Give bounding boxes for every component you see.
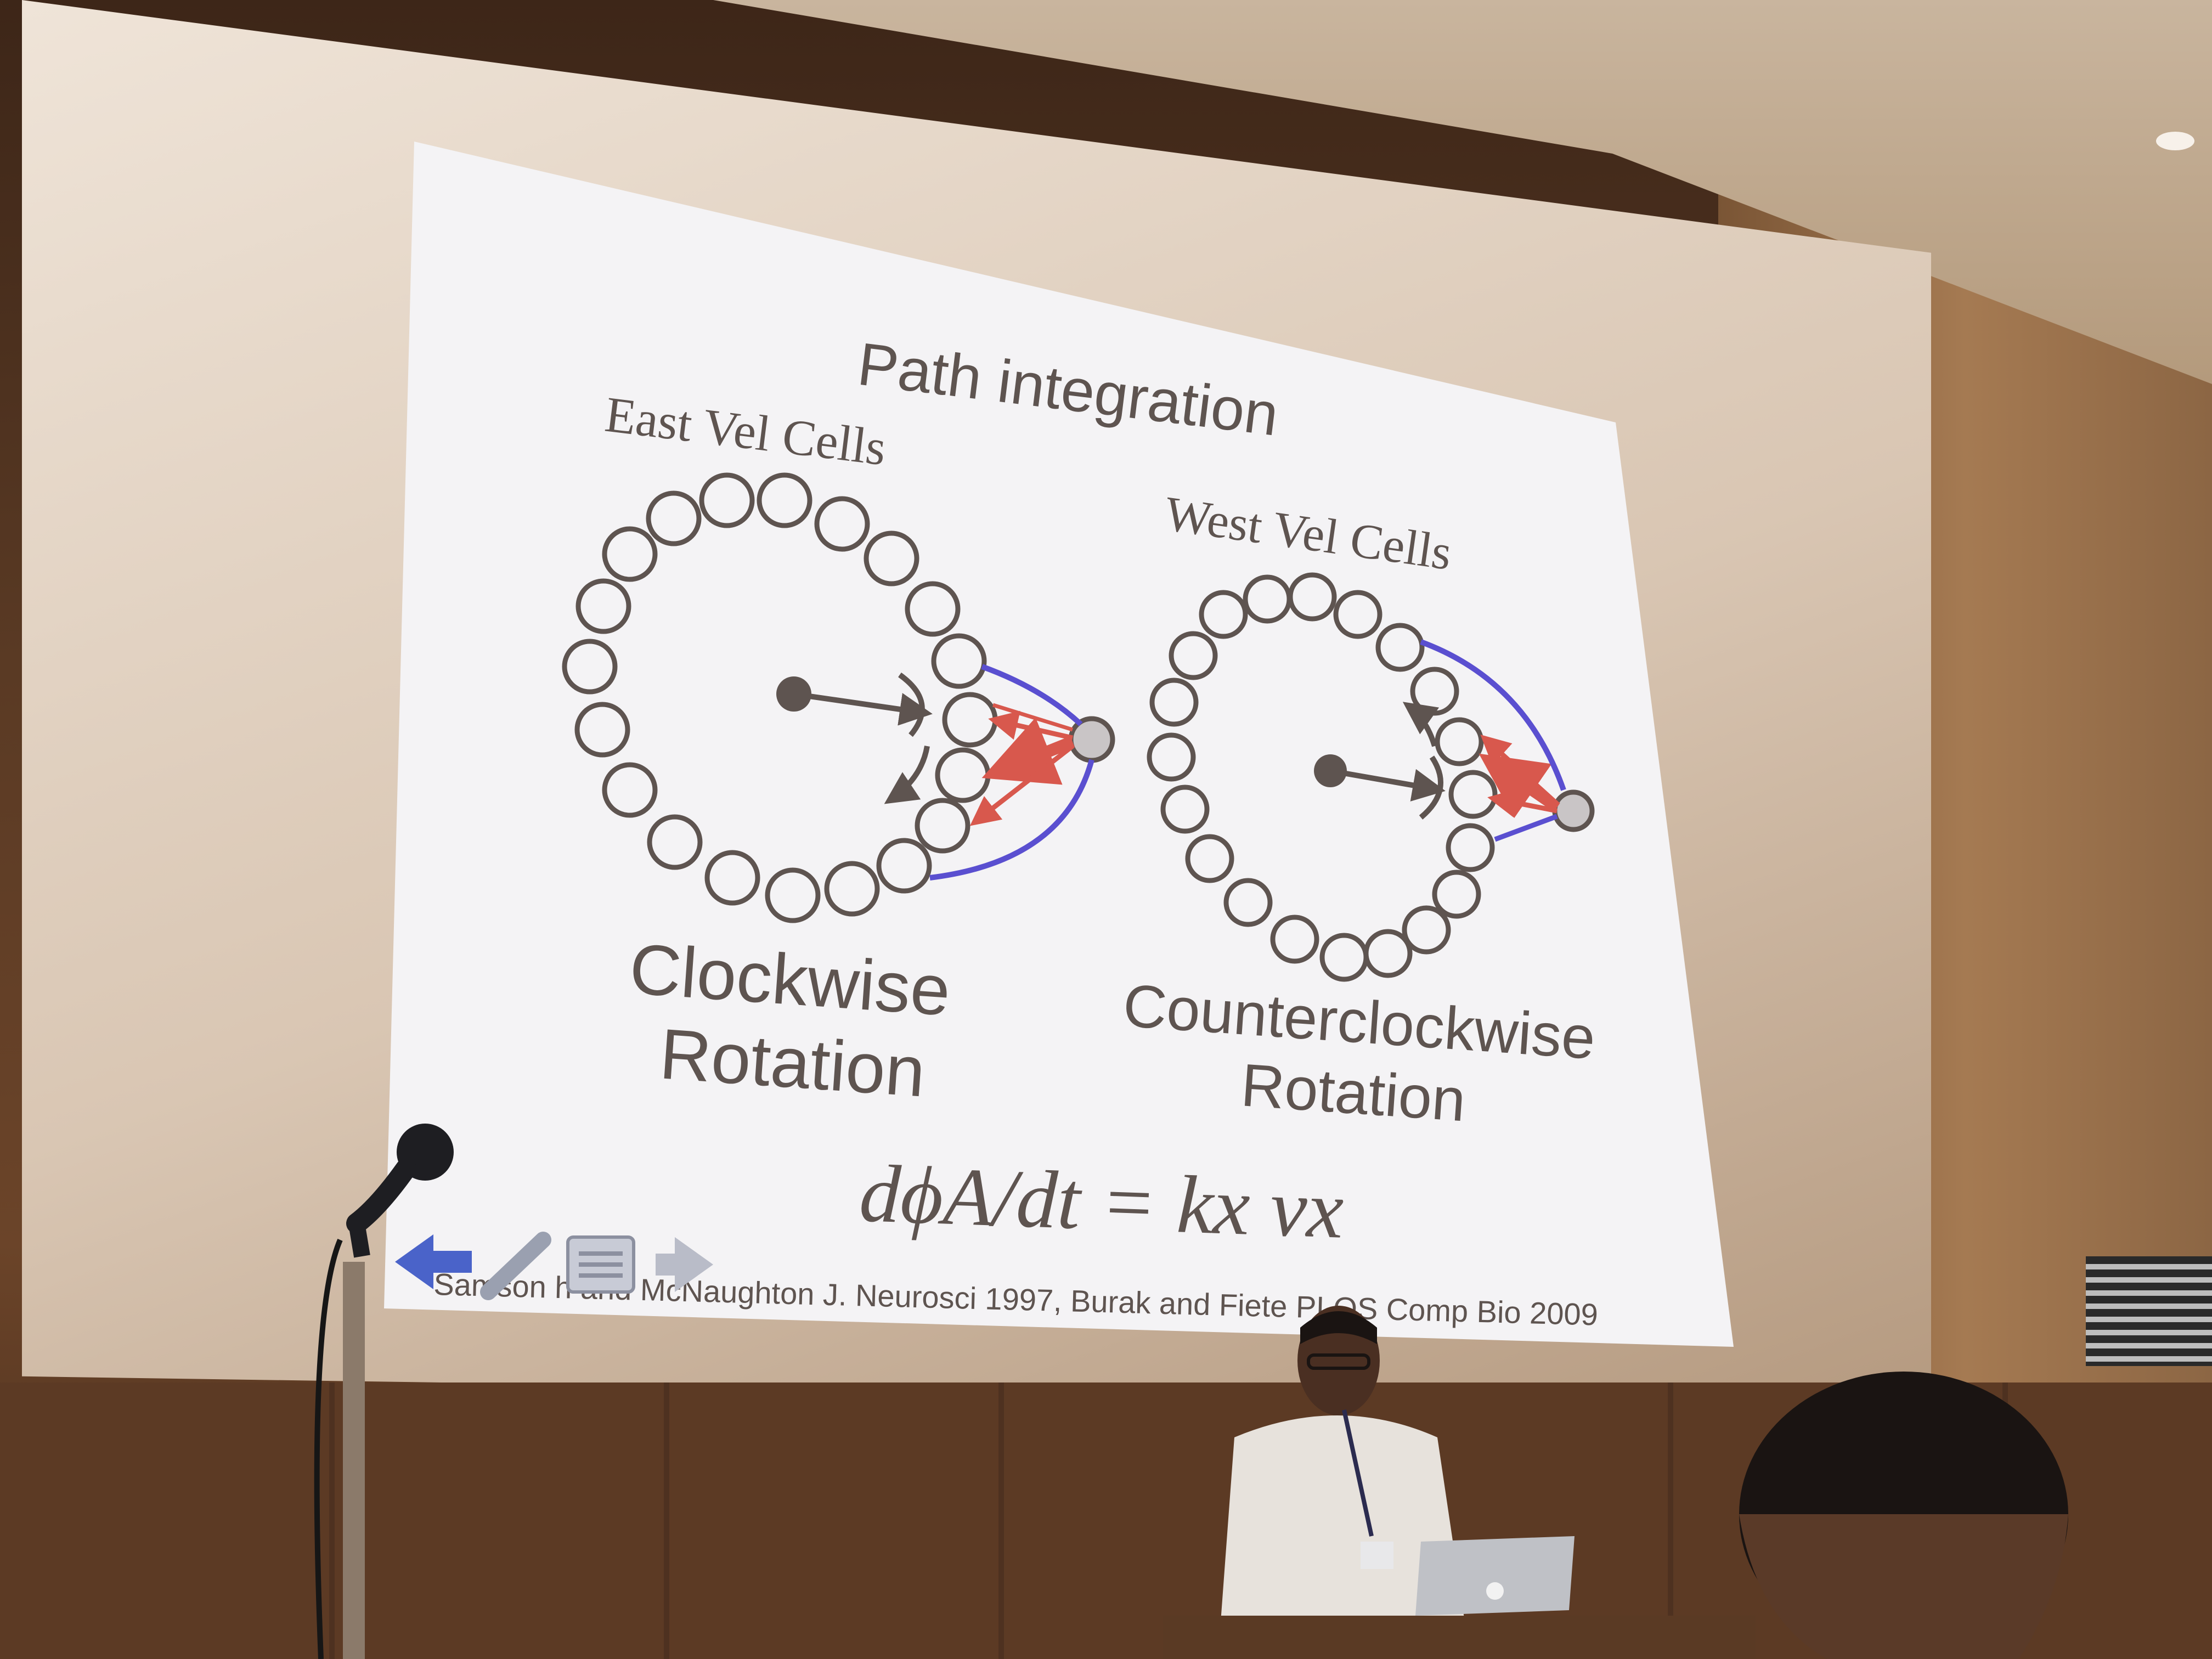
path-integration-equation: dϕA/dt = kx vx [858, 1148, 1345, 1256]
slide: Path integration East Vel Cells Clockwis… [314, 142, 2068, 1659]
menu-icon[interactable] [566, 1235, 635, 1294]
apple-logo-icon [1486, 1582, 1504, 1600]
audience-head [1739, 1372, 2068, 1659]
podium [1163, 1616, 1756, 1659]
laptop [1415, 1536, 1575, 1616]
